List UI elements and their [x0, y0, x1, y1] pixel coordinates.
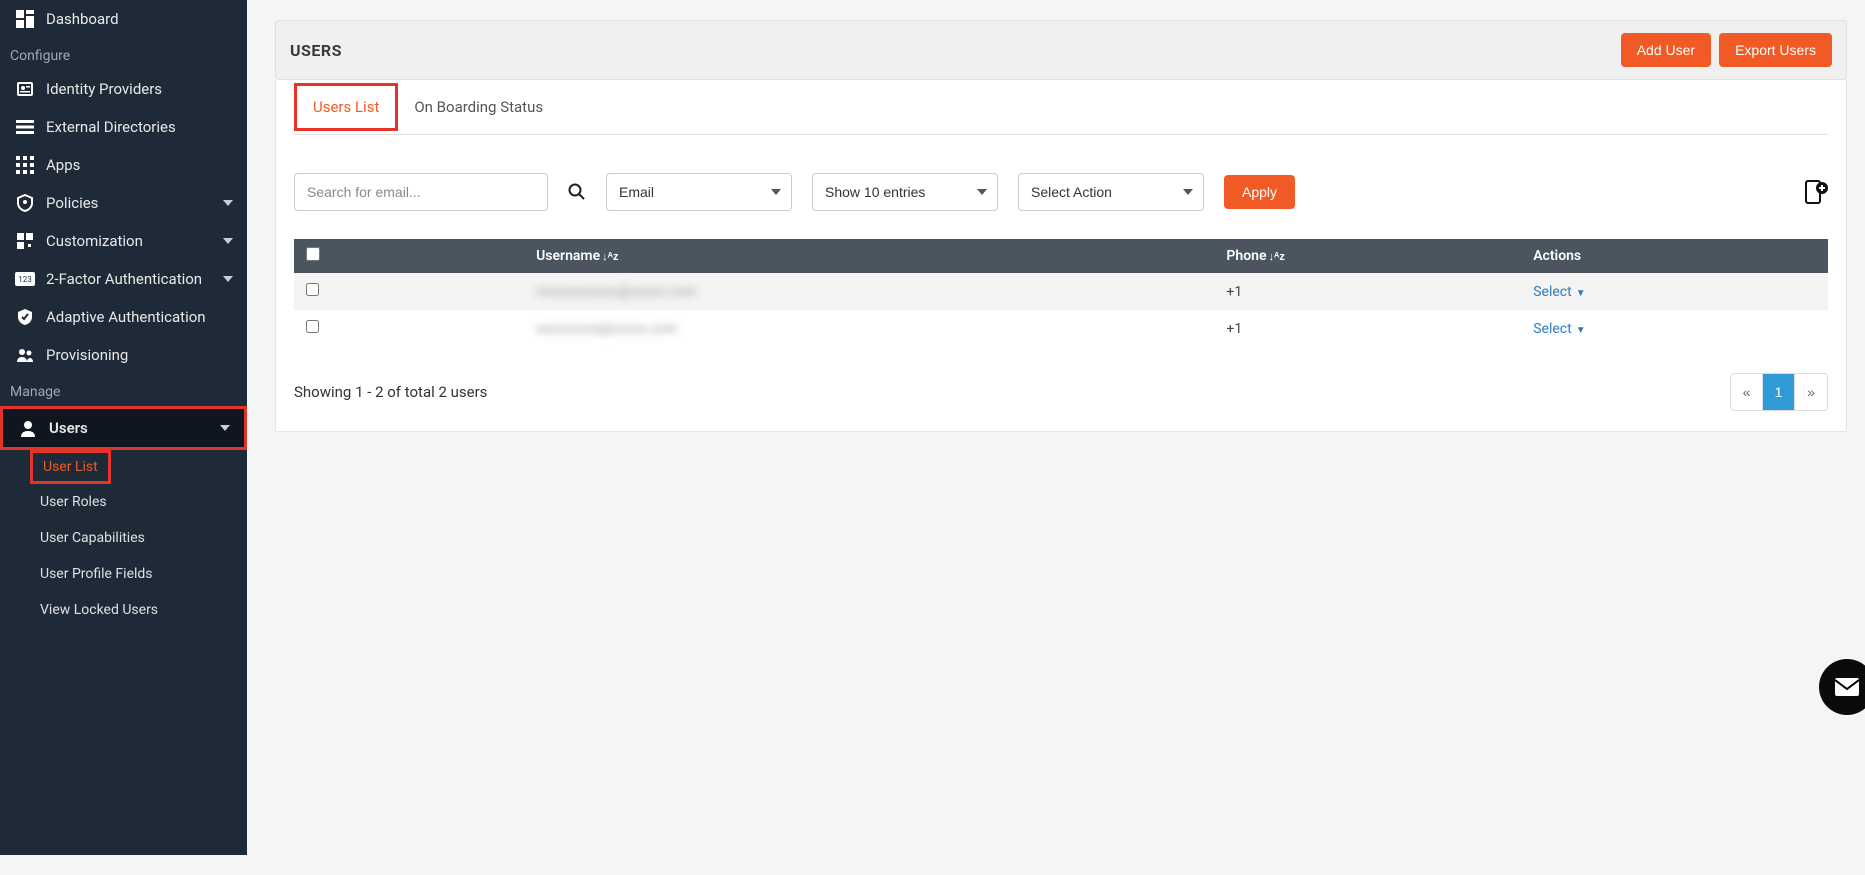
page-header: USERS Add User Export Users	[275, 20, 1847, 80]
customize-icon	[14, 232, 36, 250]
number-icon: 123	[14, 272, 36, 286]
chevron-down-icon	[223, 238, 233, 244]
sidebar-sub-view-locked-users[interactable]: View Locked Users	[0, 592, 247, 628]
chevron-down-icon	[223, 200, 233, 206]
action-select[interactable]: Select Action	[1018, 173, 1204, 211]
sidebar-label: 2-Factor Authentication	[46, 270, 202, 288]
envelope-icon	[1835, 678, 1859, 696]
page-1-button[interactable]: 1	[1763, 374, 1795, 410]
chevron-down-icon	[223, 276, 233, 282]
content-card: Users List On Boarding Status Email Show…	[275, 80, 1847, 432]
sort-icon: ↓ᴬᴢ	[602, 250, 618, 263]
sidebar-item-users[interactable]: Users	[0, 406, 247, 450]
id-badge-icon	[14, 80, 36, 98]
apply-button[interactable]: Apply	[1224, 175, 1295, 209]
caret-down-icon: ▼	[1576, 288, 1586, 299]
sidebar-item-customization[interactable]: Customization	[0, 222, 247, 260]
page-next-button[interactable]: »	[1795, 374, 1827, 410]
chevron-down-icon	[220, 425, 230, 431]
sidebar-item-dashboard[interactable]: Dashboard	[0, 0, 247, 38]
sidebar-label: Identity Providers	[46, 80, 162, 98]
users-icon	[14, 346, 36, 364]
th-username[interactable]: Username↓ᴬᴢ	[524, 239, 1214, 273]
search-button[interactable]	[568, 183, 586, 201]
row-select-action[interactable]: Select▼	[1533, 321, 1585, 337]
page-title: USERS	[290, 41, 342, 60]
sidebar-item-apps[interactable]: Apps	[0, 146, 247, 184]
username-cell: mxxxxxxxxxx@xxxxx.com	[536, 284, 696, 300]
row-checkbox[interactable]	[306, 320, 319, 333]
sidebar-label: Users	[49, 419, 88, 437]
page-prev-button[interactable]: «	[1731, 374, 1763, 410]
row-checkbox[interactable]	[306, 283, 319, 296]
sidebar-label: Policies	[46, 194, 98, 212]
table-row: mxxxxxxxxxx@xxxxx.com +1 Select▼	[294, 273, 1828, 310]
sidebar-item-external-directories[interactable]: External Directories	[0, 108, 247, 146]
help-fab[interactable]	[1819, 659, 1865, 715]
grid-icon	[14, 156, 36, 174]
sidebar-label: Apps	[46, 156, 80, 174]
row-select-action[interactable]: Select▼	[1533, 284, 1585, 300]
sidebar-item-identity-providers[interactable]: Identity Providers	[0, 70, 247, 108]
search-icon	[568, 183, 586, 201]
sidebar-section-manage: Manage	[0, 374, 247, 406]
sidebar-section-configure: Configure	[0, 38, 247, 70]
entries-select[interactable]: Show 10 entries	[812, 173, 998, 211]
sidebar-sub-user-roles[interactable]: User Roles	[0, 484, 247, 520]
filter-type-select[interactable]: Email	[606, 173, 792, 211]
sidebar-item-adaptive-auth[interactable]: Adaptive Authentication	[0, 298, 247, 336]
dashboard-icon	[14, 10, 36, 28]
th-actions: Actions	[1521, 239, 1828, 273]
add-device-button[interactable]	[1800, 178, 1828, 206]
sidebar-label: Dashboard	[46, 10, 119, 28]
sidebar-item-policies[interactable]: Policies	[0, 184, 247, 222]
sidebar-sub-user-capabilities[interactable]: User Capabilities	[0, 520, 247, 556]
search-input[interactable]	[294, 173, 548, 211]
username-cell: sxxxxxxxx@xxxxx.com	[536, 321, 677, 337]
tab-onboarding-status[interactable]: On Boarding Status	[398, 80, 559, 134]
sidebar-sub-user-list[interactable]: User List	[30, 450, 111, 484]
th-phone[interactable]: Phone↓ᴬᴢ	[1214, 239, 1521, 273]
svg-text:123: 123	[18, 275, 32, 284]
th-checkbox	[294, 239, 524, 273]
sidebar-label: Adaptive Authentication	[46, 308, 206, 326]
sidebar-label: Provisioning	[46, 346, 128, 364]
sidebar-label: External Directories	[46, 118, 176, 136]
sort-icon: ↓ᴬᴢ	[1268, 250, 1284, 263]
add-user-button[interactable]: Add User	[1621, 33, 1711, 67]
shield-check-icon	[14, 308, 36, 326]
table-row: sxxxxxxxx@xxxxx.com +1 Select▼	[294, 310, 1828, 347]
showing-text: Showing 1 - 2 of total 2 users	[294, 383, 487, 401]
list-icon	[14, 118, 36, 136]
sidebar: Dashboard Configure Identity Providers E…	[0, 0, 247, 855]
sidebar-item-2fa[interactable]: 123 2-Factor Authentication	[0, 260, 247, 298]
main-content: USERS Add User Export Users Users List O…	[253, 20, 1865, 432]
sidebar-sub-user-profile-fields[interactable]: User Profile Fields	[0, 556, 247, 592]
filters-bar: Email Show 10 entries Select Action Appl…	[294, 135, 1828, 239]
tabs: Users List On Boarding Status	[294, 80, 1828, 135]
shield-icon	[14, 194, 36, 212]
export-users-button[interactable]: Export Users	[1719, 33, 1832, 67]
caret-down-icon: ▼	[1576, 325, 1586, 336]
phone-cell: +1	[1214, 310, 1521, 347]
tab-users-list[interactable]: Users List	[294, 83, 398, 131]
table-footer: Showing 1 - 2 of total 2 users « 1 »	[294, 373, 1828, 411]
pagination: « 1 »	[1730, 373, 1828, 411]
sidebar-item-provisioning[interactable]: Provisioning	[0, 336, 247, 374]
device-add-icon	[1800, 178, 1828, 206]
phone-cell: +1	[1214, 273, 1521, 310]
users-table: Username↓ᴬᴢ Phone↓ᴬᴢ Actions mxxxxxxxxxx…	[294, 239, 1828, 347]
user-icon	[17, 419, 39, 437]
select-all-checkbox[interactable]	[306, 247, 320, 261]
sidebar-label: Customization	[46, 232, 143, 250]
